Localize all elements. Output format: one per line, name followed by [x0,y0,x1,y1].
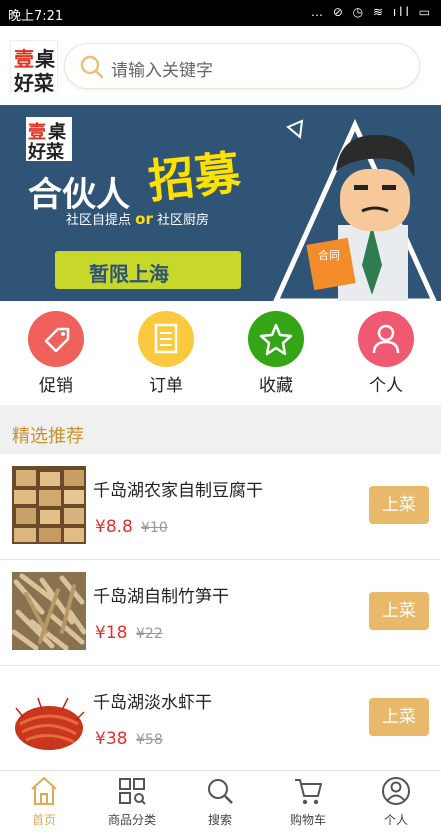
search-placeholder: 请输入关键字 [111,61,213,81]
shortcut-orders[interactable]: 订单 [126,311,206,396]
tab-categories[interactable]: 商品分类 [88,775,176,828]
product-name: 千岛湖自制竹笋干 [93,587,229,607]
product-image-shrimp [12,678,86,756]
section-title: 精选推荐 [12,426,84,447]
tag-icon [28,311,84,367]
tab-label: 首页 [31,813,56,827]
home-icon [31,776,57,805]
cartoon-man-illustration [306,134,415,301]
banner-highlight: 招募 [145,145,243,209]
product-old-price: ¥58 [136,732,163,748]
product-name: 千岛湖农家自制豆腐干 [93,481,263,501]
banner-ribbon-text: 暂限上海 [89,262,169,286]
list-item[interactable]: 千岛湖自制竹笋干 ¥18 ¥22 上菜 [0,560,441,666]
tab-label: 搜索 [207,813,232,827]
product-old-price: ¥22 [136,626,163,642]
tab-cart[interactable]: 购物车 [264,775,352,828]
tab-profile[interactable]: 个人 [352,775,440,828]
search-icon [208,779,233,804]
search-icon [80,55,104,79]
banner-sub-or: or [135,210,153,228]
document-icon [138,311,194,367]
shortcut-profile[interactable]: 个人 [346,311,426,396]
banner-sub-left: 社区自提点 [66,213,132,228]
product-old-price: ¥10 [141,520,168,536]
bottom-tab-bar: 首页 商品分类 搜索 购物车 个人 [0,770,441,839]
banner-subtitle: 社区自提点 or 社区厨房 [66,209,209,228]
add-to-menu-button[interactable]: 上菜 [369,592,429,630]
shortcut-label: 促销 [39,376,73,396]
product-price: ¥18 [95,623,128,643]
tab-home[interactable]: 首页 [0,775,88,828]
section-header: 精选推荐 [0,408,441,454]
search-input[interactable]: 请输入关键字 [64,43,420,89]
list-item[interactable]: 千岛湖农家自制豆腐干 ¥8.8 ¥10 上菜 [0,454,441,560]
product-price: ¥8.8 [95,517,133,537]
shortcut-favorites[interactable]: 收藏 [236,311,316,396]
shortcut-row: 促销 订单 收藏 个人 [0,301,441,405]
banner-logo-char-3: 好菜 [28,142,64,163]
star-icon [248,311,304,367]
tab-search[interactable]: 搜索 [176,775,264,828]
tab-label: 购物车 [289,813,326,827]
tab-label: 商品分类 [107,813,156,827]
shortcut-label: 订单 [149,376,183,396]
status-bar: 晚上7:21 … ⊘ ◷ ≋ ıll ▭ [0,0,441,26]
grid-icon [119,778,146,805]
user-icon [382,777,410,805]
status-icons: … ⊘ ◷ ≋ ıll ▭ [311,5,433,19]
tab-label: 个人 [383,813,408,827]
shortcut-label: 收藏 [259,376,293,396]
product-name: 千岛湖淡水虾干 [93,693,212,713]
status-time: 晚上7:21 [8,9,64,24]
banner-ribbon: 暂限上海 [55,251,241,289]
product-list: 千岛湖农家自制豆腐干 ¥8.8 ¥10 上菜 千岛湖自制竹笋干 ¥18 ¥22 … [0,454,441,772]
cart-icon [295,779,322,805]
list-item[interactable]: 千岛湖淡水虾干 ¥38 ¥58 上菜 [0,666,441,772]
logo-char-3: 好菜 [14,71,54,95]
product-image-tofu [12,466,86,544]
contract-badge: 合同 [318,249,340,262]
header: 壹 桌 好菜 请输入关键字 [0,26,441,105]
promo-banner[interactable]: 合同 壹 桌 好菜 合伙人 招募 社区自提点 or 社区厨房 暂限上海 [0,105,441,301]
shortcut-promotion[interactable]: 促销 [16,311,96,396]
banner-sub-right: 社区厨房 [157,213,210,228]
add-to-menu-button[interactable]: 上菜 [369,698,429,736]
product-image-bamboo [12,572,86,650]
person-icon [358,311,414,367]
product-price: ¥38 [95,729,128,749]
shortcut-label: 个人 [369,376,403,396]
banner-logo: 壹 桌 好菜 [26,117,72,163]
add-to-menu-button[interactable]: 上菜 [369,486,429,524]
app-logo[interactable]: 壹 桌 好菜 [10,40,58,95]
